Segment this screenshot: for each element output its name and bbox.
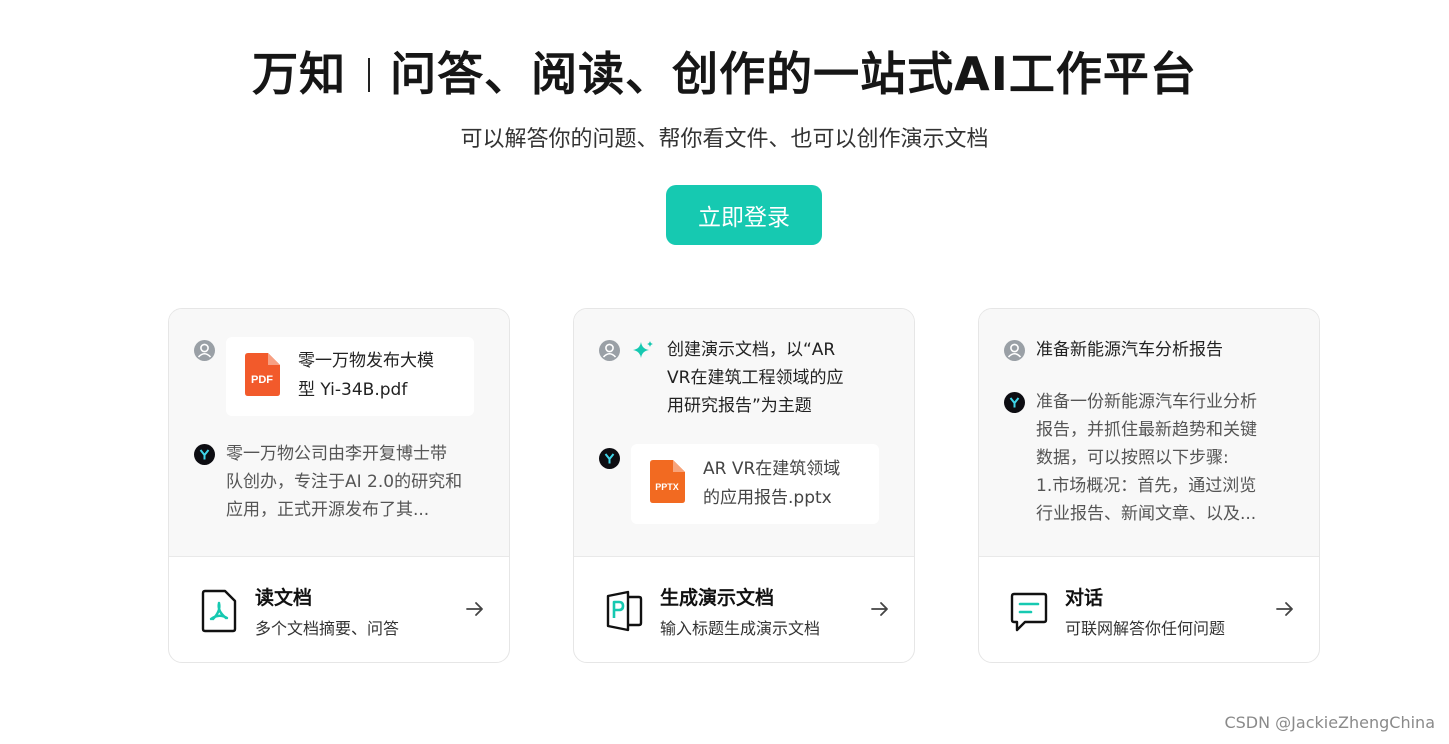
- arrow-right-icon[interactable]: [870, 599, 890, 619]
- ai-reply-line: 1.市场概况：首先，通过浏览: [1036, 476, 1257, 496]
- ai-reply-line: 准备一份新能源汽车行业分析: [1036, 392, 1257, 412]
- ai-reply: 零一万物公司由李开复博士带 队创办，专注于AI 2.0的研究和 应用，正式开源发…: [226, 440, 462, 524]
- pptx-file-icon: PPTX: [647, 458, 685, 503]
- file-attachment[interactable]: PDF 零一万物发布大模 型 Yi-34B.pdf: [226, 337, 474, 416]
- ai-reply-line: 行业报告、新闻文章、以及...: [1036, 504, 1257, 524]
- feature-description: 输入标题生成演示文档: [660, 619, 821, 638]
- ai-avatar-icon: [194, 444, 215, 465]
- card-footer[interactable]: 读文档 多个文档摘要、问答: [169, 557, 509, 662]
- card-preview: 准备新能源汽车分析报告 准备一份新能源汽车行业分析 报告，并抓住最新趋势和关键 …: [979, 309, 1319, 557]
- user-prompt-line: VR在建筑工程领域的应: [667, 368, 844, 388]
- arrow-right-icon[interactable]: [465, 599, 485, 619]
- user-prompt-line: 准备新能源汽车分析报告: [1036, 340, 1223, 360]
- document-icon: [199, 589, 239, 633]
- pdf-file-icon: PDF: [242, 351, 280, 396]
- card-preview: PDF 零一万物发布大模 型 Yi-34B.pdf 零一万物公司由李开复博士带 …: [169, 309, 509, 557]
- card-footer[interactable]: 对话 可联网解答你任何问题: [979, 557, 1319, 662]
- feature-title: 生成演示文档: [660, 587, 775, 609]
- card-preview: 创建演示文档，以“AR VR在建筑工程领域的应 用研究报告”为主题 PPTX A…: [574, 309, 914, 557]
- feature-card-read-docs[interactable]: PDF 零一万物发布大模 型 Yi-34B.pdf 零一万物公司由李开复博士带 …: [168, 308, 510, 663]
- feature-title: 对话: [1065, 587, 1104, 609]
- file-name-line1: AR VR在建筑领域: [703, 459, 841, 479]
- title-divider: [368, 58, 371, 92]
- feature-description: 可联网解答你任何问题: [1065, 619, 1226, 638]
- ai-reply-line: 应用，正式开源发布了其...: [226, 500, 430, 520]
- user-avatar-icon: [194, 340, 215, 361]
- login-button[interactable]: 立即登录: [666, 185, 822, 245]
- ai-reply-line: 报告，并抓住最新趋势和关键: [1036, 420, 1257, 440]
- file-name-line2: 的应用报告.pptx: [703, 488, 832, 508]
- file-name-line2: 型 Yi-34B.pdf: [298, 380, 408, 400]
- user-prompt: 准备新能源汽车分析报告: [1036, 336, 1223, 364]
- chat-bubble-icon: [1009, 589, 1049, 633]
- file-attachment[interactable]: PPTX AR VR在建筑领域 的应用报告.pptx: [631, 444, 879, 524]
- brand-name: 万知: [252, 47, 347, 101]
- feature-card-chat[interactable]: 准备新能源汽车分析报告 准备一份新能源汽车行业分析 报告，并抓住最新趋势和关键 …: [978, 308, 1320, 663]
- arrow-right-icon[interactable]: [1275, 599, 1295, 619]
- ai-reply-line: 零一万物公司由李开复博士带: [226, 444, 447, 464]
- feature-description: 多个文档摘要、问答: [255, 619, 400, 638]
- feature-title: 读文档: [255, 587, 313, 609]
- user-avatar-icon: [599, 340, 620, 361]
- ai-avatar-icon: [1004, 392, 1025, 413]
- user-prompt-line: 用研究报告”为主题: [667, 396, 812, 416]
- card-footer[interactable]: 生成演示文档 输入标题生成演示文档: [574, 557, 914, 662]
- presentation-icon: [604, 589, 644, 633]
- user-prompt-line: 创建演示文档，以“AR: [667, 340, 836, 360]
- ai-reply-line: 队创办，专注于AI 2.0的研究和: [226, 472, 463, 492]
- page-subtitle: 可以解答你的问题、帮你看文件、也可以创作演示文档: [460, 127, 989, 152]
- ai-avatar-icon: [599, 448, 620, 469]
- feature-card-generate-ppt[interactable]: 创建演示文档，以“AR VR在建筑工程领域的应 用研究报告”为主题 PPTX A…: [573, 308, 915, 663]
- watermark: CSDN @JackieZhengChina: [1224, 713, 1435, 732]
- page-title: 万知 问答、阅读、创作的一站式AI工作平台: [0, 38, 1449, 104]
- ai-reply: 准备一份新能源汽车行业分析 报告，并抓住最新趋势和关键 数据，可以按照以下步骤:…: [1036, 388, 1257, 528]
- user-prompt: 创建演示文档，以“AR VR在建筑工程领域的应 用研究报告”为主题: [667, 336, 843, 420]
- pptx-badge: PPTX: [655, 482, 679, 492]
- ai-reply-line: 数据，可以按照以下步骤:: [1036, 448, 1229, 468]
- tagline: 问答、阅读、创作的一站式AI工作平台: [390, 47, 1197, 101]
- sparkle-icon: [631, 339, 655, 363]
- user-avatar-icon: [1004, 340, 1025, 361]
- file-name-line1: 零一万物发布大模: [298, 351, 434, 371]
- pdf-badge: PDF: [251, 374, 273, 386]
